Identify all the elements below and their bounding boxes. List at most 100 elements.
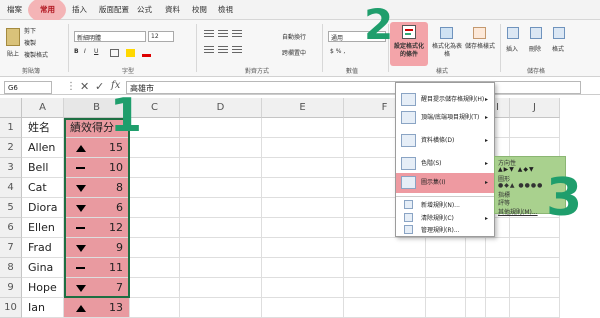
empty-cell[interactable] xyxy=(426,238,466,258)
format-cells-button[interactable]: 格式 xyxy=(552,44,564,53)
empty-cell[interactable] xyxy=(262,198,344,218)
empty-cell[interactable] xyxy=(510,118,560,138)
score-cell[interactable]: 6 xyxy=(64,198,130,218)
empty-cell[interactable] xyxy=(130,298,180,318)
tab-data[interactable]: 資料 xyxy=(165,4,180,15)
row-header-1[interactable]: 1 xyxy=(0,118,22,138)
insert-cells-icon[interactable] xyxy=(507,27,519,39)
empty-cell[interactable] xyxy=(262,238,344,258)
empty-cell[interactable] xyxy=(344,278,426,298)
tab-page-layout[interactable]: 版面配置 xyxy=(99,4,129,15)
directional-icons[interactable]: ▲▶▼ ▲◆▼ xyxy=(498,166,535,173)
cell-styles-button[interactable]: 儲存格樣式 xyxy=(465,43,495,51)
cancel-icon[interactable]: ✕ xyxy=(80,80,89,93)
empty-cell[interactable] xyxy=(466,258,486,278)
wrap-text-button[interactable]: 自動換行 xyxy=(282,32,306,41)
delete-cells-icon[interactable] xyxy=(530,27,542,39)
name-box[interactable]: G6 xyxy=(4,81,52,94)
empty-cell[interactable] xyxy=(180,298,262,318)
row-header[interactable]: 7 xyxy=(0,238,22,258)
insert-cells-button[interactable]: 插入 xyxy=(506,44,518,53)
empty-cell[interactable] xyxy=(130,178,180,198)
row-header[interactable]: 4 xyxy=(0,178,22,198)
header-cell-name[interactable]: 姓名 xyxy=(22,118,64,138)
empty-cell[interactable] xyxy=(180,138,262,158)
column-header-d[interactable]: D xyxy=(180,98,262,118)
row-header[interactable]: 8 xyxy=(0,258,22,278)
alignment-icons[interactable] xyxy=(204,30,274,58)
name-cell[interactable]: Frad xyxy=(22,238,64,258)
paste-icon[interactable] xyxy=(6,28,20,46)
row-header[interactable]: 9 xyxy=(0,278,22,298)
empty-cell[interactable] xyxy=(130,218,180,238)
empty-cell[interactable] xyxy=(466,298,486,318)
name-cell[interactable]: Cat xyxy=(22,178,64,198)
font-name-select[interactable]: 新細明體 xyxy=(74,31,146,42)
name-cell[interactable]: Bell xyxy=(22,158,64,178)
empty-cell[interactable] xyxy=(344,298,426,318)
delete-cells-button[interactable]: 刪除 xyxy=(529,44,541,53)
name-cell[interactable]: Ian xyxy=(22,298,64,318)
name-cell[interactable]: Allen xyxy=(22,138,64,158)
empty-cell[interactable] xyxy=(466,238,486,258)
empty-cell[interactable] xyxy=(510,278,560,298)
cf-menu-item[interactable]: 資料橫條(D) ▸ xyxy=(396,133,494,149)
score-cell[interactable]: 8 xyxy=(64,178,130,198)
empty-cell[interactable] xyxy=(426,298,466,318)
cf-menu-item[interactable]: 醒目提示儲存格規則(H) ▸ xyxy=(396,92,494,108)
score-cell[interactable]: 12 xyxy=(64,218,130,238)
bold-button[interactable]: B xyxy=(74,48,79,55)
conditional-formatting-label[interactable]: 設定格式化的條件 xyxy=(392,43,426,59)
empty-cell[interactable] xyxy=(486,238,510,258)
empty-cell[interactable] xyxy=(426,258,466,278)
empty-cell[interactable] xyxy=(130,198,180,218)
select-all-corner[interactable] xyxy=(0,98,22,118)
row-header[interactable]: 2 xyxy=(0,138,22,158)
empty-cell[interactable] xyxy=(426,278,466,298)
empty-cell[interactable] xyxy=(262,278,344,298)
empty-cell[interactable] xyxy=(180,218,262,238)
cf-menu-item[interactable]: 管理規則(R)... xyxy=(396,225,494,236)
format-as-table-icon[interactable] xyxy=(440,27,453,39)
score-cell[interactable]: 9 xyxy=(64,238,130,258)
cf-menu-item[interactable]: 頂端/底端項目規則(T) ▸ xyxy=(396,110,494,126)
name-cell[interactable]: Hope xyxy=(22,278,64,298)
empty-cell[interactable] xyxy=(180,278,262,298)
enter-icon[interactable]: ✓ xyxy=(95,80,104,93)
cf-menu-item[interactable]: 清除規則(C) ▸ xyxy=(396,213,494,224)
fill-color-icon[interactable] xyxy=(126,49,135,57)
empty-cell[interactable] xyxy=(486,298,510,318)
currency-percent-buttons[interactable]: $ % , xyxy=(330,48,345,55)
font-color-icon[interactable] xyxy=(142,49,151,57)
font-size-select[interactable]: 12 xyxy=(148,31,174,42)
italic-button[interactable]: I xyxy=(84,48,86,55)
name-cell[interactable]: Diora xyxy=(22,198,64,218)
empty-cell[interactable] xyxy=(180,238,262,258)
cf-menu-item[interactable]: 圖示集(I) ▸ xyxy=(396,173,494,193)
cell-styles-icon[interactable] xyxy=(473,27,486,39)
empty-cell[interactable] xyxy=(180,118,262,138)
empty-cell[interactable] xyxy=(510,138,560,158)
tab-view[interactable]: 檢視 xyxy=(218,4,233,15)
tab-insert[interactable]: 插入 xyxy=(72,4,87,15)
copy-button[interactable]: 複製 xyxy=(24,38,36,47)
column-header-e[interactable]: E xyxy=(262,98,344,118)
empty-cell[interactable] xyxy=(180,198,262,218)
empty-cell[interactable] xyxy=(262,298,344,318)
format-cells-icon[interactable] xyxy=(553,27,565,39)
cf-menu-item[interactable]: 新增規則(N)... xyxy=(396,200,494,211)
empty-cell[interactable] xyxy=(262,158,344,178)
empty-cell[interactable] xyxy=(510,238,560,258)
empty-cell[interactable] xyxy=(262,258,344,278)
score-cell[interactable]: 11 xyxy=(64,258,130,278)
empty-cell[interactable] xyxy=(510,298,560,318)
row-header[interactable]: 10 xyxy=(0,298,22,318)
tab-formulas[interactable]: 公式 xyxy=(137,4,152,15)
empty-cell[interactable] xyxy=(486,278,510,298)
cf-menu-item[interactable]: 色階(S) ▸ xyxy=(396,156,494,172)
border-icon[interactable] xyxy=(110,49,119,57)
empty-cell[interactable] xyxy=(180,158,262,178)
empty-cell[interactable] xyxy=(262,138,344,158)
score-cell[interactable]: 7 xyxy=(64,278,130,298)
name-cell[interactable]: Gina xyxy=(22,258,64,278)
